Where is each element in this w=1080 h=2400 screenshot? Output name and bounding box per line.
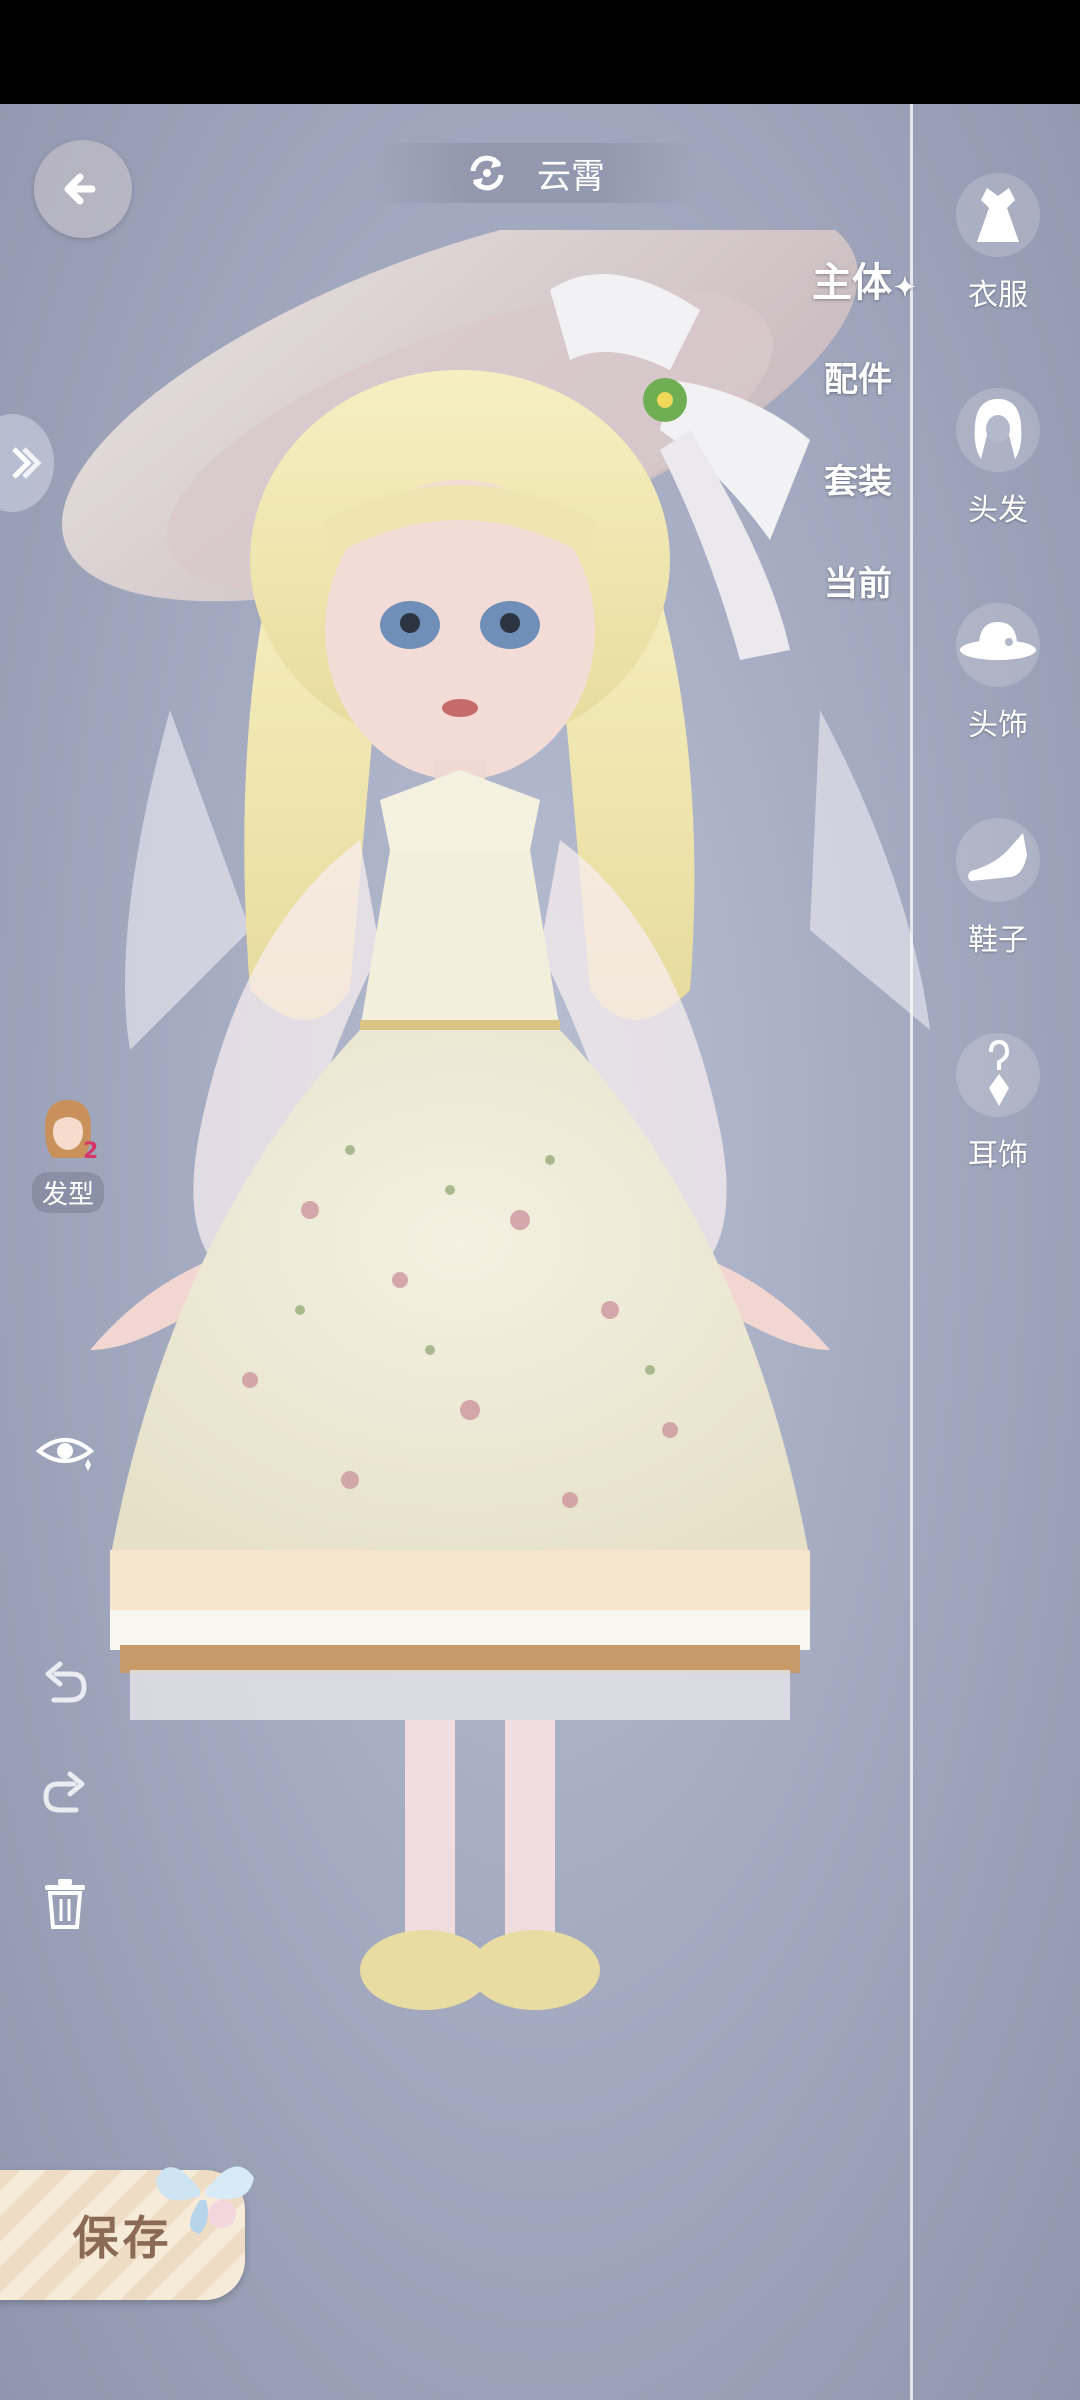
hair-icon	[956, 388, 1040, 472]
redo-button[interactable]	[30, 1760, 100, 1830]
redo-icon	[43, 1771, 85, 1813]
category-headwear[interactable]: 头饰	[948, 600, 1048, 744]
category-earrings[interactable]: 耳饰	[948, 1030, 1048, 1174]
sparkle-icon: ✦	[894, 273, 916, 303]
undo-icon	[45, 1661, 87, 1703]
outfit-name: 云霄	[537, 156, 605, 197]
category-label: 鞋子	[968, 923, 1028, 958]
category-hair[interactable]: 头发	[948, 385, 1048, 529]
butterfly-decoration-icon	[156, 2166, 254, 2234]
panel-divider	[910, 104, 913, 2400]
category-label: 头发	[968, 493, 1028, 528]
earring-icon	[956, 1033, 1040, 1117]
outfit-name-selector[interactable]: 云霄	[370, 143, 700, 203]
trash-icon	[45, 1879, 85, 1929]
category-label: 耳饰	[968, 1138, 1028, 1173]
delete-button[interactable]	[30, 1868, 100, 1938]
arrow-left-icon	[64, 173, 96, 205]
shoe-icon	[956, 818, 1040, 902]
status-bar	[0, 0, 1080, 104]
dress-icon	[956, 173, 1040, 257]
character-avatar[interactable]	[50, 230, 1030, 2130]
swap-icon	[470, 155, 504, 191]
hairstyle-label: 发型	[31, 1172, 104, 1213]
subtab-sets[interactable]: 套装	[824, 454, 892, 503]
chevron-right-icon	[12, 447, 42, 479]
category-clothes[interactable]: 衣服	[948, 170, 1048, 314]
category-label: 衣服	[968, 278, 1028, 313]
hairstyle-avatar-icon: 2	[45, 1100, 98, 1164]
hairstyle-button[interactable]: 2 发型	[18, 1094, 118, 1213]
eye-icon	[35, 1438, 95, 1471]
subtab-main[interactable]: 主体✦	[812, 250, 916, 308]
category-label: 头饰	[968, 708, 1028, 743]
svg-text:2: 2	[83, 1139, 98, 1164]
category-shoes[interactable]: 鞋子	[948, 815, 1048, 959]
toggle-visibility-button[interactable]	[30, 1415, 100, 1485]
back-button[interactable]	[34, 140, 132, 238]
undo-button[interactable]	[30, 1650, 100, 1720]
hat-icon	[956, 603, 1040, 687]
subtab-current[interactable]: 当前	[824, 556, 892, 605]
subtab-accessories[interactable]: 配件	[824, 352, 892, 401]
